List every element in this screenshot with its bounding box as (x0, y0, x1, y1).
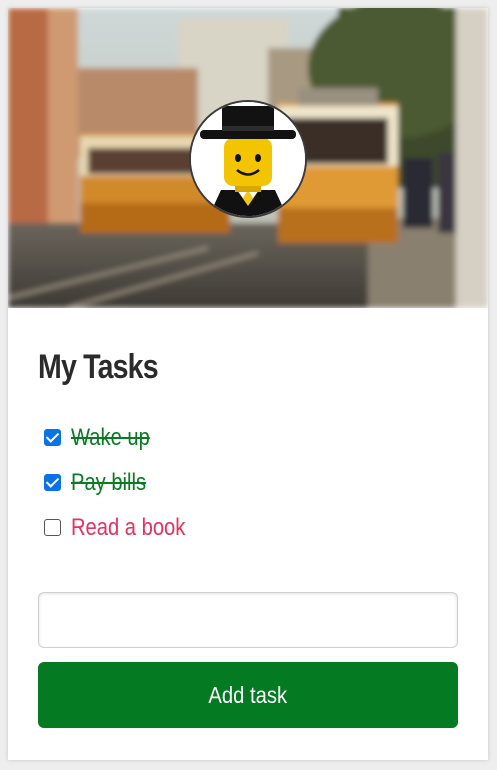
task-checkbox[interactable] (44, 474, 61, 491)
task-label: Pay bills (71, 468, 147, 496)
task-item[interactable]: Wake up (38, 415, 458, 460)
page-title: My Tasks (38, 348, 159, 386)
task-label: Read a book (71, 513, 186, 541)
task-card: My Tasks Wake up Pay bills Read a book A… (8, 8, 488, 760)
lego-minifigure-icon (191, 102, 305, 216)
task-label: Wake up (71, 423, 150, 451)
task-item[interactable]: Read a book (38, 505, 458, 550)
task-list: Wake up Pay bills Read a book (38, 415, 458, 550)
header-image (8, 8, 488, 308)
add-task-button[interactable]: Add task (38, 662, 458, 728)
new-task-input[interactable] (38, 592, 458, 648)
task-checkbox[interactable] (44, 429, 61, 446)
add-task-label: Add task (208, 681, 288, 708)
task-checkbox[interactable] (44, 519, 61, 536)
task-item[interactable]: Pay bills (38, 460, 458, 505)
task-panel: My Tasks Wake up Pay bills Read a book A… (38, 308, 458, 728)
avatar (191, 102, 305, 216)
